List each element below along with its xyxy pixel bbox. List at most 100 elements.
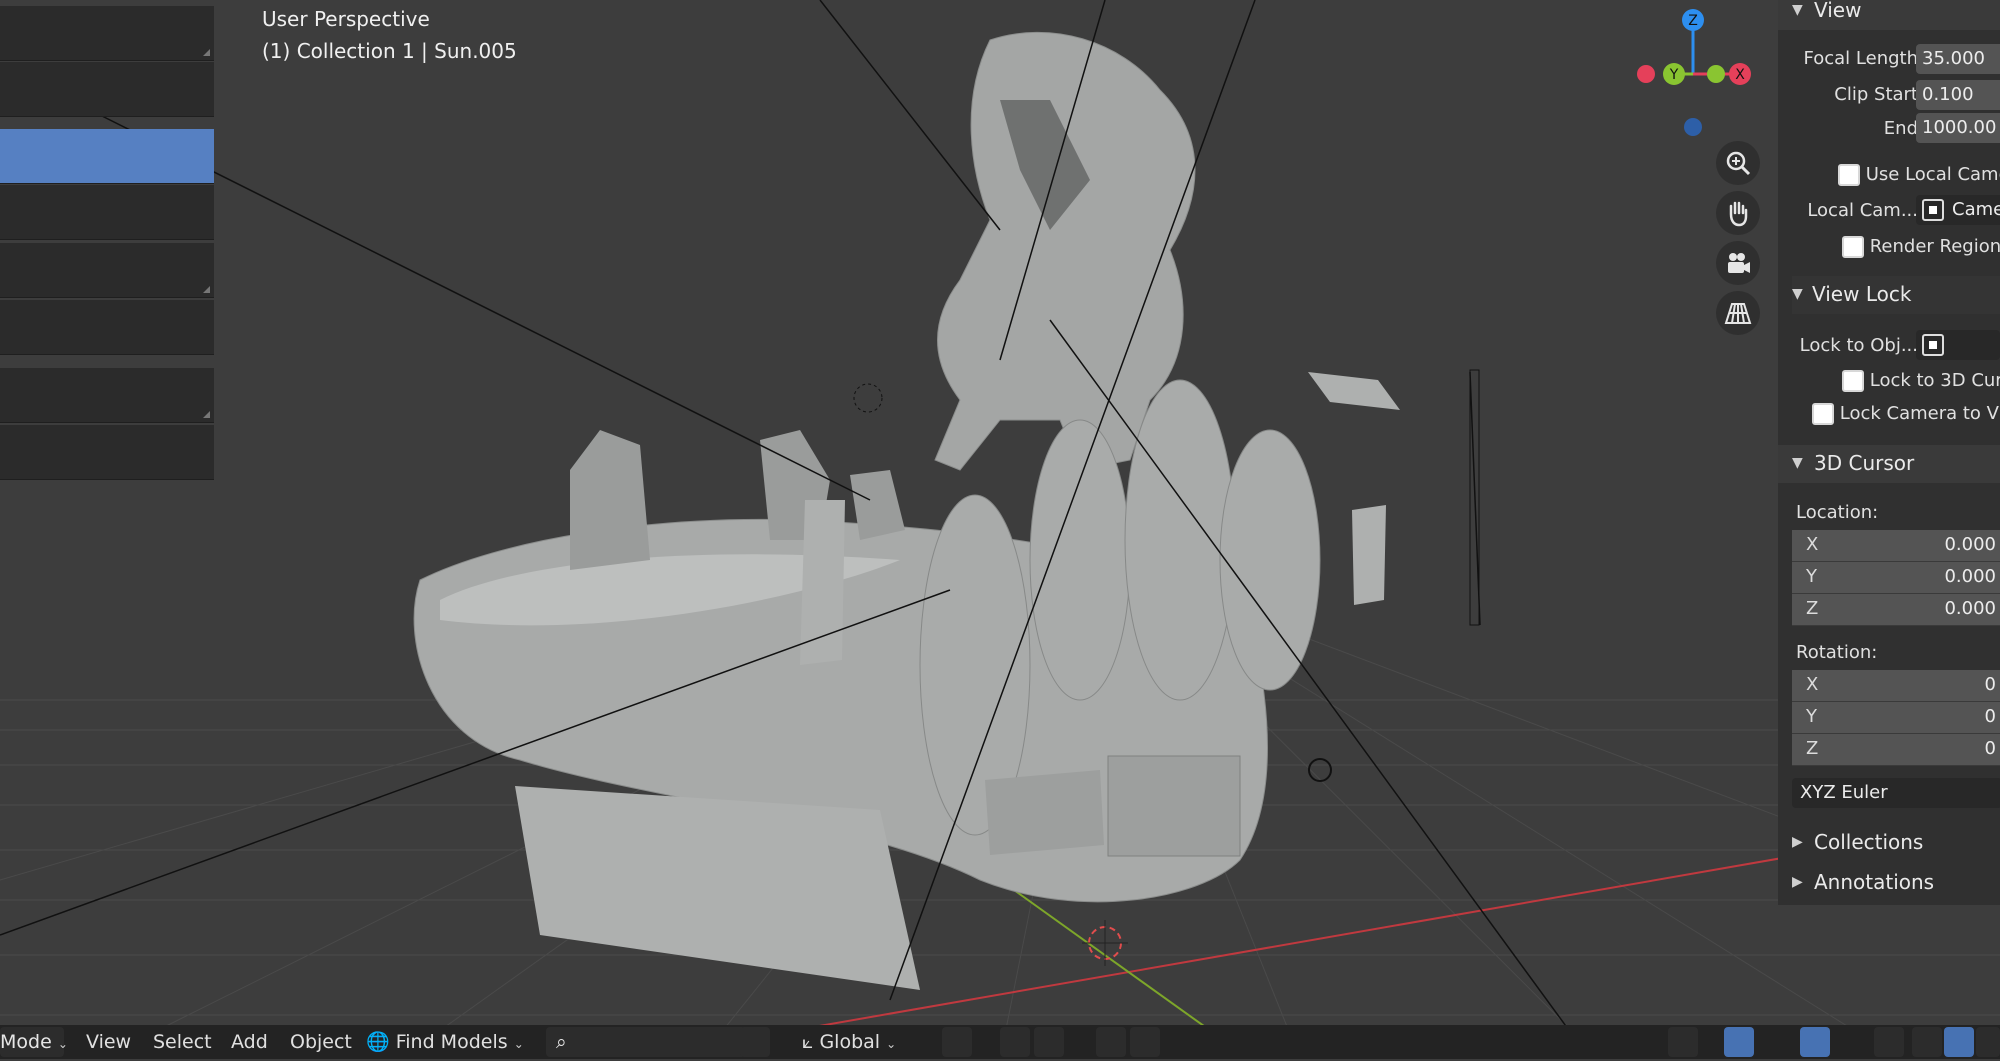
corner-triangle-icon xyxy=(203,49,210,56)
location-x-field[interactable]: X 0.000 xyxy=(1792,530,2000,562)
local-camera-label: Local Cam... xyxy=(1807,200,1918,221)
falloff-curve-icon[interactable] xyxy=(1130,1027,1160,1057)
overlays-toggle-icon[interactable] xyxy=(1800,1027,1830,1057)
plane xyxy=(1352,505,1386,605)
globe-icon: 🌐 xyxy=(366,1031,390,1053)
menu-add[interactable]: Add xyxy=(231,1025,268,1059)
left-panel-item[interactable] xyxy=(0,368,214,423)
xray-toggle-icon[interactable] xyxy=(1874,1027,1904,1057)
object-icon xyxy=(1922,199,1944,221)
mode-dropdown[interactable]: Mode ⌄ xyxy=(0,1027,68,1057)
organic-column xyxy=(1219,429,1321,691)
use-local-camera-checkbox[interactable]: Use Local Camera xyxy=(1838,164,2000,186)
material-shading-icon[interactable] xyxy=(1976,1027,2000,1057)
search-input[interactable]: ⌕ xyxy=(546,1027,746,1057)
rotation-mode-dropdown[interactable]: XYZ Euler xyxy=(1792,778,2000,808)
rotation-label: Rotation: xyxy=(1796,642,1878,663)
panel-header-annotations[interactable]: ▶ Annotations xyxy=(1778,864,2000,902)
collapse-triangle-icon: ▼ xyxy=(1792,2,1803,18)
checkbox[interactable] xyxy=(1842,370,1864,392)
lock-to-object-label: Lock to Obj... xyxy=(1799,335,1918,356)
search-icon: ⌕ xyxy=(556,1031,567,1053)
solid-shading-icon[interactable] xyxy=(1944,1027,1974,1057)
collapse-triangle-icon: ▼ xyxy=(1792,455,1803,471)
find-models-menu[interactable]: 🌐 Find Models ⌄ xyxy=(366,1025,524,1059)
left-panel-item[interactable] xyxy=(0,6,214,61)
expand-triangle-icon: ▶ xyxy=(1792,834,1803,850)
panel-header-3d-cursor[interactable]: ▼ 3D Cursor xyxy=(1778,445,2000,483)
snap-increment-icon[interactable] xyxy=(1034,1027,1064,1057)
render-region-checkbox[interactable]: Render Region xyxy=(1842,236,2000,258)
left-panel-item[interactable] xyxy=(0,300,214,355)
viewport-perspective-label: User Perspective xyxy=(262,7,430,31)
location-z-field[interactable]: Z 0.000 xyxy=(1792,594,2000,626)
left-panel-item-selected[interactable] xyxy=(0,129,214,184)
chevron-down-icon: ⌄ xyxy=(57,1037,68,1051)
transform-orientation-dropdown[interactable]: ⟀ Global ⌄ xyxy=(802,1025,896,1059)
menu-select[interactable]: Select xyxy=(153,1025,212,1059)
proportional-editing-icon[interactable] xyxy=(1096,1027,1126,1057)
panel-header-view[interactable]: ▼ View xyxy=(1778,0,2000,30)
zoom-icon[interactable] xyxy=(1716,141,1760,185)
gizmo-z-label: Z xyxy=(1688,13,1698,29)
chevron-down-icon: ⌄ xyxy=(886,1037,897,1051)
collapse-triangle-icon: ▼ xyxy=(1792,286,1803,302)
pivot-point-icon[interactable] xyxy=(942,1027,972,1057)
location-label: Location: xyxy=(1796,502,1879,523)
snap-icon[interactable] xyxy=(1000,1027,1030,1057)
focal-length-label: Focal Length xyxy=(1803,48,1918,69)
clip-end-field[interactable]: 1000.00 xyxy=(1916,113,2000,143)
rotation-z-field[interactable]: Z 0 xyxy=(1792,734,2000,766)
expand-triangle-icon: ▶ xyxy=(1792,874,1803,890)
light-icon[interactable] xyxy=(1308,758,1332,782)
focal-length-field[interactable]: 35.000 xyxy=(1916,44,2000,74)
left-panel-item[interactable] xyxy=(0,185,214,240)
clip-start-field[interactable]: 0.100 xyxy=(1916,80,2000,110)
stone xyxy=(570,430,650,570)
navigation-gizmo[interactable]: Z X Y xyxy=(1628,8,1758,138)
organic-column xyxy=(1029,419,1131,701)
menu-view[interactable]: View xyxy=(86,1025,131,1059)
gizmo-neg-x[interactable] xyxy=(1637,65,1655,83)
checkbox[interactable] xyxy=(1842,236,1864,258)
gizmo-neg-z[interactable] xyxy=(1684,118,1702,136)
chevron-down-icon: ⌄ xyxy=(513,1037,524,1051)
3d-viewport[interactable]: User Perspective (1) Collection 1 | Sun.… xyxy=(0,0,2000,1059)
checkbox[interactable] xyxy=(1838,164,1860,186)
smile-icon[interactable] xyxy=(740,1027,770,1057)
menu-object[interactable]: Object xyxy=(290,1025,352,1059)
clip-start-label: Clip Start xyxy=(1834,84,1918,105)
organic-column xyxy=(1124,379,1236,701)
gizmo-toggle-icon[interactable] xyxy=(1724,1027,1754,1057)
visibility-eye-icon[interactable] xyxy=(1668,1027,1698,1057)
plane xyxy=(1308,372,1400,410)
lock-camera-to-view-checkbox[interactable]: Lock Camera to View xyxy=(1812,403,2000,425)
left-panel-item[interactable] xyxy=(0,243,214,298)
corner-triangle-icon xyxy=(203,286,210,293)
gizmo-neg-y[interactable] xyxy=(1707,65,1725,83)
light-icon[interactable] xyxy=(853,383,883,413)
hand-pan-icon[interactable] xyxy=(1716,191,1760,235)
grid-perspective-icon[interactable] xyxy=(1716,291,1760,335)
sign-box xyxy=(1107,755,1241,857)
left-panel-item[interactable] xyxy=(0,62,214,117)
rotation-y-field[interactable]: Y 0 xyxy=(1792,702,2000,734)
local-camera-field[interactable]: Came xyxy=(1916,195,2000,225)
sidebar-n-panel: ▼ View Focal Length 35.000 Clip Start 0.… xyxy=(1778,0,2000,905)
object-icon xyxy=(1922,334,1944,356)
checkbox[interactable] xyxy=(1812,403,1834,425)
wireframe-shading-icon[interactable] xyxy=(1912,1027,1942,1057)
corner-triangle-icon xyxy=(203,411,210,418)
lock-to-object-field[interactable] xyxy=(1916,330,2000,360)
location-y-field[interactable]: Y 0.000 xyxy=(1792,562,2000,594)
rotation-x-field[interactable]: X 0 xyxy=(1792,670,2000,702)
panel-header-collections[interactable]: ▶ Collections xyxy=(1778,824,2000,862)
gizmo-y-label: Y xyxy=(1669,67,1679,83)
lock-to-3d-cursor-checkbox[interactable]: Lock to 3D Cursor xyxy=(1842,370,2000,392)
plane xyxy=(985,770,1104,855)
camera-icon[interactable] xyxy=(1716,241,1760,285)
panel-header-view-lock[interactable]: ▼ View Lock xyxy=(1792,276,2000,314)
transform-axes-icon: ⟀ xyxy=(802,1031,814,1053)
clip-end-label: End xyxy=(1883,118,1918,139)
left-panel-item[interactable] xyxy=(0,425,214,480)
